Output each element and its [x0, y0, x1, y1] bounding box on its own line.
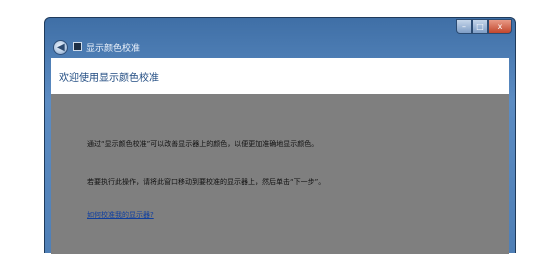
title-bar[interactable]: ◀ 显示颜色校准 – □ x — [45, 18, 515, 58]
back-button[interactable]: ◀ — [53, 40, 68, 55]
back-arrow-icon: ◀ — [57, 42, 65, 53]
instruction-text: 若要执行此操作，请将此窗口移动到要校准的显示器上，然后单击“下一步”。 — [87, 178, 326, 186]
intro-text: 通过“显示颜色校准”可以改善显示器上的颜色，以便更加准确地显示颜色。 — [87, 140, 319, 148]
calibration-window: ◀ 显示颜色校准 – □ x 欢迎使用显示颜色校准 通过“显示颜色校准”可以改善… — [44, 17, 516, 254]
content-area: 通过“显示颜色校准”可以改善显示器上的颜色，以便更加准确地显示颜色。 若要执行此… — [51, 94, 509, 254]
close-button[interactable]: x — [488, 19, 512, 34]
window-title: 显示颜色校准 — [86, 44, 141, 54]
page-title: 欢迎使用显示颜色校准 — [59, 73, 159, 84]
maximize-button[interactable]: □ — [472, 19, 488, 34]
help-link[interactable]: 如何校准我的显示器? — [87, 210, 154, 220]
header-panel: 欢迎使用显示颜色校准 — [51, 58, 509, 94]
minimize-button[interactable]: – — [456, 19, 472, 34]
app-icon — [73, 42, 82, 51]
